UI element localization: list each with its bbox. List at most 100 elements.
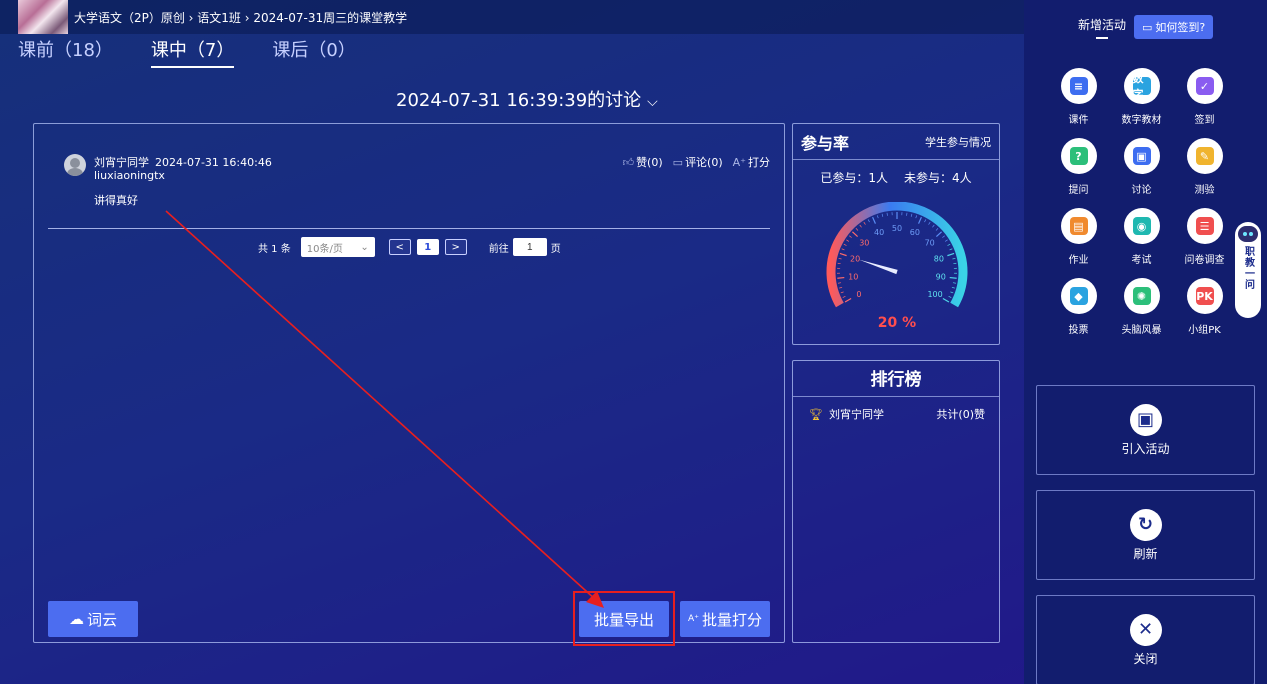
tool-discussion[interactable]: ▣ 讨论 (1110, 138, 1173, 196)
pager-total: 共 1 条 (258, 243, 291, 255)
tool-vote[interactable]: ◆ 投票 (1047, 278, 1110, 336)
ranking-panel: 排行榜 🏆︎ 刘宵宁同学 共计(0)赞 (792, 360, 1000, 643)
tab-in-class[interactable]: 课中（7） (150, 36, 235, 68)
top-bar: 大学语文（2P）原创 › 语文1班 › 2024-07-31周三的课堂教学 (0, 0, 1024, 34)
brainstorm-icon: ✺ (1132, 287, 1151, 305)
tool-label: 小组PK (1188, 325, 1221, 336)
gauge-tick (843, 243, 847, 246)
student-participation-link[interactable]: 学生参与情况 (925, 134, 991, 150)
activity-sidebar: 新增活动 ▭ 如何签到? ≡ 课件 数字 数字教材 ✓ 签到? 提问 ▣ 讨论 ✎ 测验 ▤ 作业 ◉ 考试 ☰… (1024, 0, 1267, 684)
goto-page-input[interactable] (512, 238, 547, 256)
pagination: 共 1 条 10条/页⌄ < 1 > 前往 页 (258, 237, 561, 257)
gauge-tick (952, 257, 956, 260)
cloud-icon: ☁ (68, 610, 84, 628)
tool-label: 课件 (1068, 115, 1089, 126)
gauge-tick (918, 216, 922, 224)
tool-survey[interactable]: ☰ 问卷调查 (1173, 208, 1236, 266)
post-actions: 👍︎ 赞(0) ▭ 评论(0) A⁺ 打分 (623, 154, 770, 170)
gauge-tick (838, 257, 842, 260)
tool-digital-textbook[interactable]: 数字 数字教材 (1110, 68, 1173, 126)
close-button[interactable]: ✕ 关闭 (1036, 595, 1255, 684)
gauge-tick (906, 212, 908, 216)
ranking-row: 🏆︎ 刘宵宁同学 共计(0)赞 (793, 406, 999, 422)
not-joined-count: 未参与：4人 (904, 171, 972, 185)
post-author: 刘宵宁同学 (94, 156, 149, 169)
tool-courseware[interactable]: ≡ 课件 (1047, 68, 1110, 126)
question-icon: ? (1069, 147, 1088, 165)
tool-label: 讨论 (1131, 185, 1152, 196)
post-time: 2024-07-31 16:40:46 (155, 156, 272, 169)
tool-exam[interactable]: ◉ 考试 (1110, 208, 1173, 266)
tab-after-class[interactable]: 课后（0） (272, 36, 355, 68)
course-thumbnail (18, 0, 68, 34)
prev-page-button[interactable]: < (388, 239, 411, 255)
gauge-tick (947, 243, 951, 246)
import-icon: ▣ (1129, 403, 1162, 436)
highlight-box (573, 591, 675, 646)
tool-label: 投票 (1068, 325, 1089, 336)
import-activity-button[interactable]: ▣ 引入活动 (1036, 385, 1255, 475)
gauge-tick (842, 295, 846, 298)
trophy-icon: 🏆︎ (809, 408, 823, 421)
tool-label: 问卷调查 (1184, 255, 1225, 266)
participation-stats: 已参与：1人 未参与：4人 (793, 169, 999, 186)
gauge-tick (915, 215, 918, 219)
batch-grade-button[interactable]: A⁺ 批量打分 (680, 601, 770, 637)
gauge-tick (928, 221, 931, 225)
gauge-tick-label: 70 (925, 239, 935, 248)
discussion-icon: ▣ (1132, 147, 1151, 165)
gauge-tick-label: 60 (910, 228, 920, 237)
gauge-tick (881, 213, 884, 217)
gauge-tick (950, 291, 954, 294)
tool-quiz[interactable]: ✎ 测验 (1173, 138, 1236, 196)
how-checkin-button[interactable]: ▭ 如何签到? (1134, 15, 1214, 39)
assistant-label: 职教一问 (1242, 246, 1254, 290)
tool-checkin[interactable]: ✓ 签到 (1173, 68, 1236, 126)
gauge-tick (951, 286, 955, 289)
gauge-tick (839, 286, 843, 289)
breadcrumb[interactable]: 大学语文（2P）原创 › 语文1班 › 2024-07-31周三的课堂教学 (74, 9, 407, 26)
tool-question[interactable]: ? 提问 (1047, 138, 1110, 196)
quiz-icon: ✎ (1195, 147, 1214, 165)
grade-icon: A⁺ (732, 156, 746, 169)
gauge-tick (867, 219, 870, 223)
tool-brainstorm[interactable]: ✺ 头脑风暴 (1110, 278, 1173, 336)
digital-textbook-icon: 数字 (1132, 72, 1151, 101)
comment-button[interactable]: ▭ 评论(0) (673, 154, 723, 170)
gauge-tick (846, 239, 850, 242)
word-cloud-button[interactable]: ☁ 词云 (48, 601, 138, 637)
chevron-down-icon: ⌄ (360, 241, 369, 253)
page-number-current[interactable]: 1 (416, 239, 439, 255)
gauge-tick (948, 295, 952, 298)
gauge-tick (935, 231, 942, 237)
gauge-tick (840, 291, 844, 294)
gauge-tick (949, 248, 953, 251)
gauge-tick-label: 80 (934, 254, 944, 263)
ranking-name: 刘宵宁同学 (828, 408, 884, 421)
close-icon: ✕ (1129, 613, 1162, 646)
gauge-tick (942, 235, 946, 238)
tool-label: 签到 (1194, 115, 1215, 126)
tool-label: 头脑风暴 (1121, 325, 1162, 336)
tool-homework[interactable]: ▤ 作业 (1047, 208, 1110, 266)
tab-before-class[interactable]: 课前（18） (18, 36, 113, 68)
page-size-select[interactable]: 10条/页 ⌄ (300, 237, 375, 257)
gauge-tick (844, 297, 852, 303)
like-button[interactable]: 👍︎ 赞(0) (623, 154, 663, 170)
gauge-tick-label: 30 (859, 239, 869, 248)
gauge-tick (837, 276, 845, 279)
gauge-tick (935, 228, 939, 231)
homework-icon: ▤ (1069, 217, 1088, 235)
ranking-score: 共计(0)赞 (936, 408, 985, 421)
next-page-button[interactable]: > (444, 239, 467, 255)
refresh-icon: ↻ (1129, 508, 1162, 541)
assistant-widget[interactable]: 职教一问 (1235, 222, 1261, 318)
discussion-selector[interactable]: 2024-07-31 16:39:39的讨论 ⌵ (396, 86, 658, 112)
gauge-tick (859, 224, 862, 228)
gauge-tick (910, 213, 913, 217)
grade-button[interactable]: A⁺ 打分 (733, 154, 770, 170)
gauge-tick (924, 219, 927, 223)
tool-group-pk[interactable]: PK 小组PK (1173, 278, 1236, 336)
courseware-icon: ≡ (1069, 77, 1088, 95)
refresh-button[interactable]: ↻ 刷新 (1036, 490, 1255, 580)
